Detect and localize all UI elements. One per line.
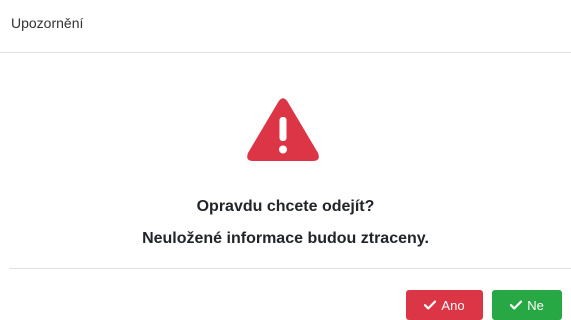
message-question: Opravdu chcete odejít? [196,198,375,215]
check-icon [424,300,437,310]
dialog-title: Upozornění [11,15,84,31]
warning-triangle-icon [247,98,319,161]
message-warning: Neuložené informace budou ztraceny. [142,230,429,247]
confirm-leave-dialog: Upozornění Opravdu chcete odejít? Neulož… [0,0,571,320]
yes-button-label: Ano [441,297,465,313]
footer-divider [9,268,571,269]
dialog-body: Opravdu chcete odejít? Neuložené informa… [0,53,571,268]
dialog-header: Upozornění [0,0,571,53]
no-button[interactable]: Ne [492,290,562,320]
no-button-label: Ne [527,297,544,313]
check-icon [510,300,523,310]
yes-button[interactable]: Ano [406,290,483,320]
